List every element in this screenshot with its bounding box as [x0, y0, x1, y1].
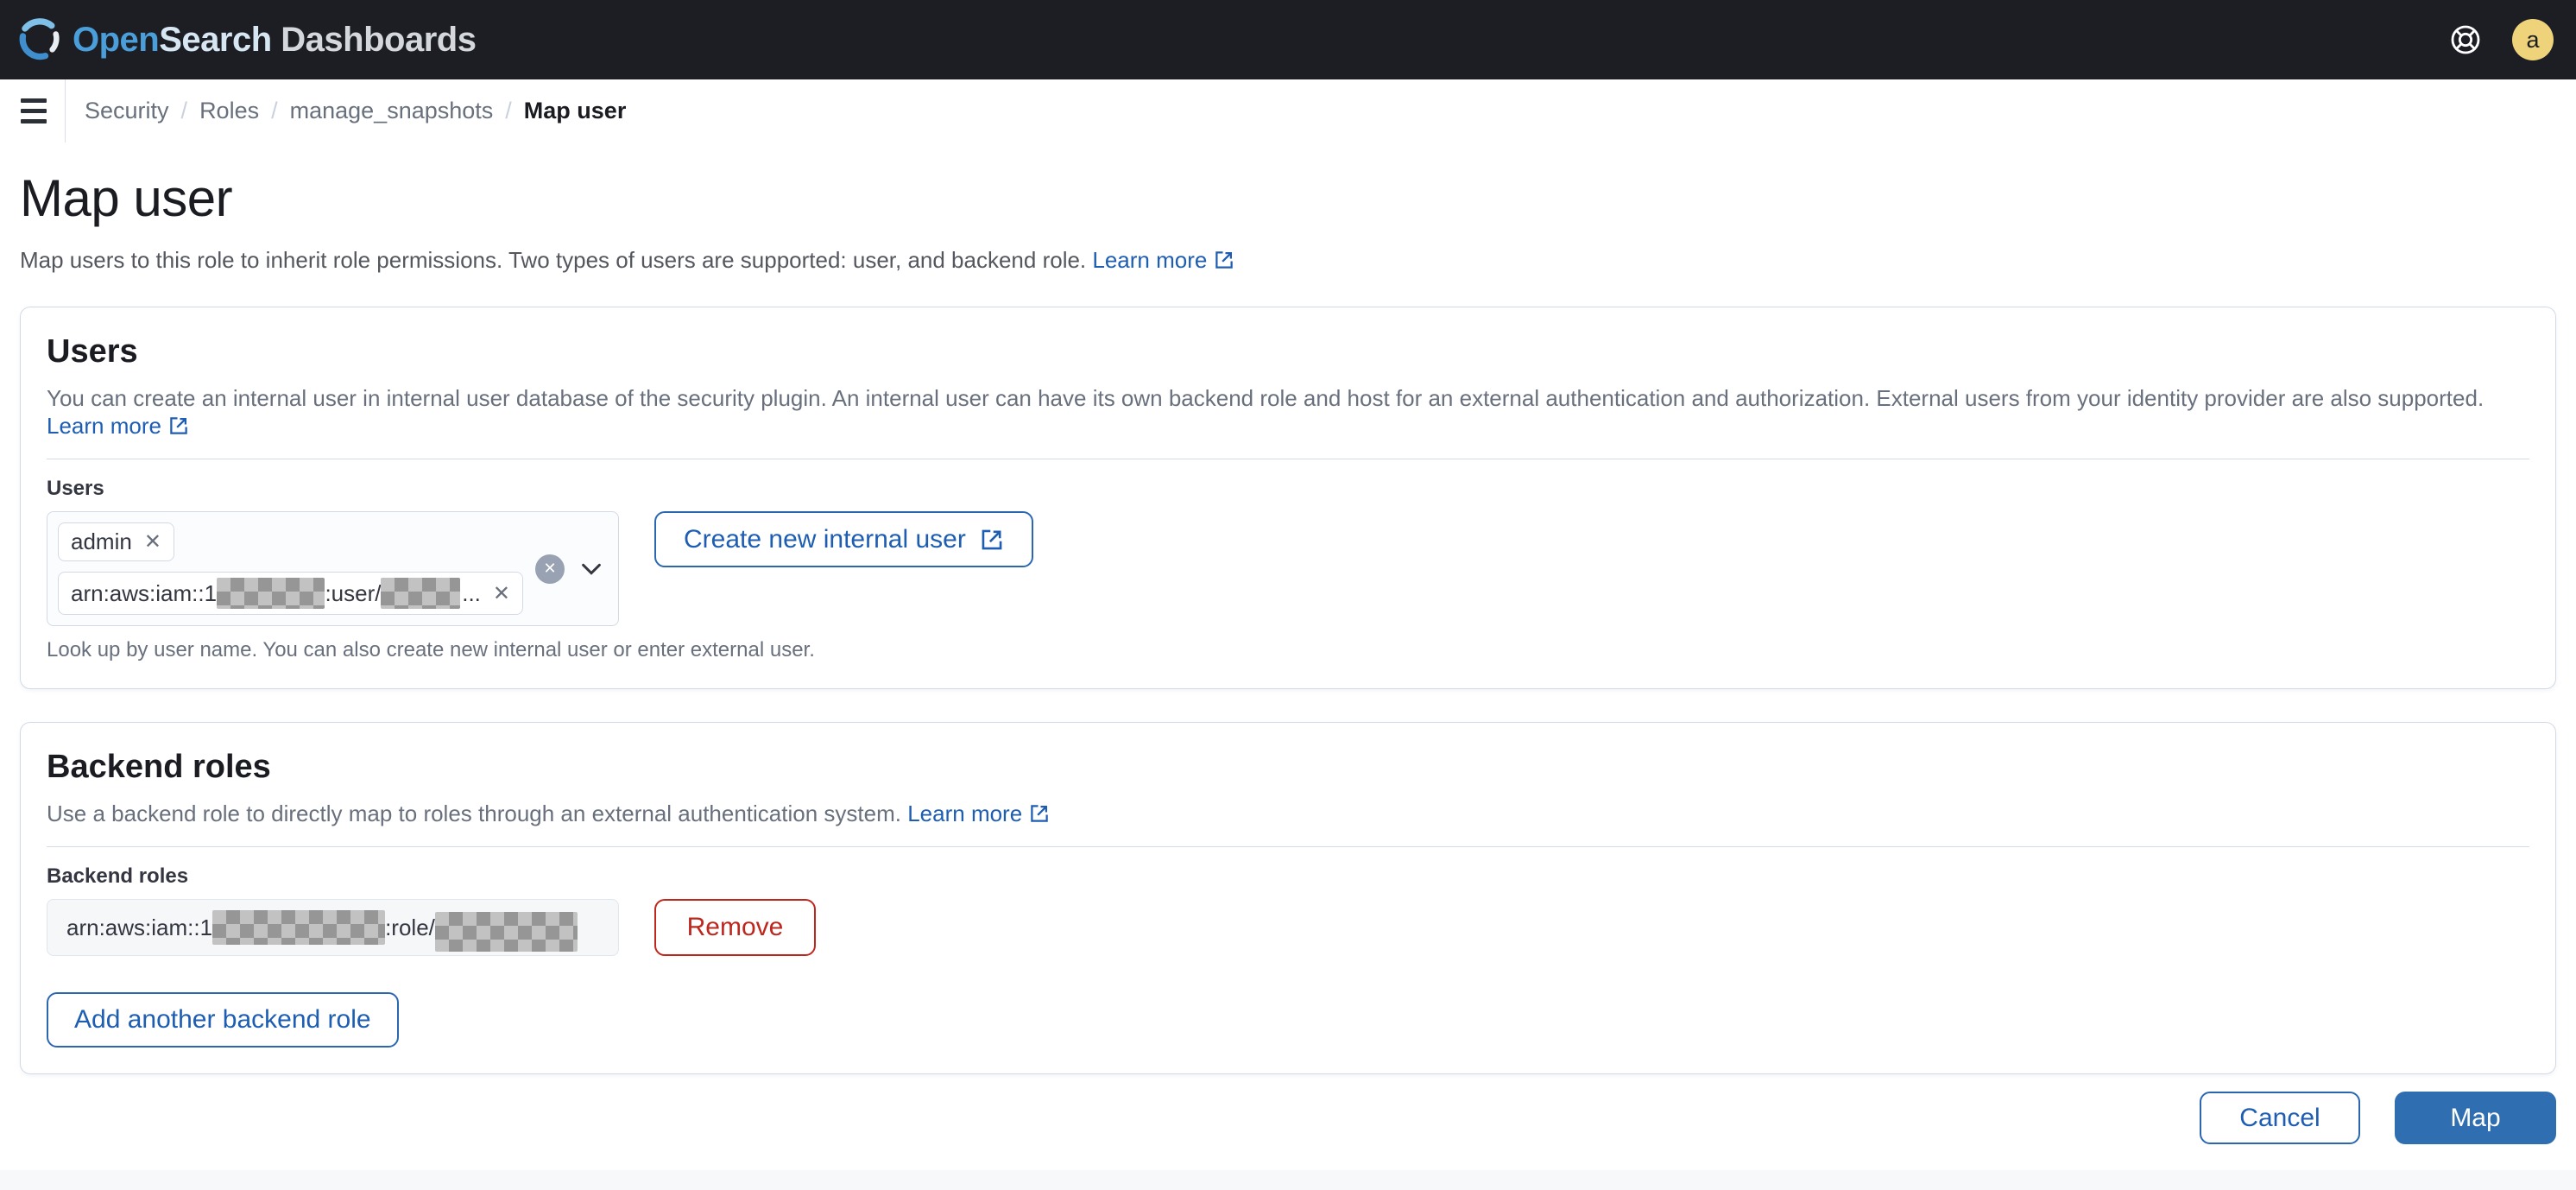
users-panel-description: You can create an internal user in inter…: [47, 384, 2529, 440]
user-token-label: admin: [71, 529, 132, 554]
map-button[interactable]: Map: [2395, 1092, 2556, 1144]
breadcrumb: Security / Roles / manage_snapshots / Ma…: [85, 98, 626, 124]
opensearch-logo-icon: [19, 18, 60, 60]
clear-selection-icon[interactable]: ✕: [535, 554, 565, 584]
create-internal-user-button[interactable]: Create new internal user: [654, 511, 1033, 567]
users-field-label: Users: [47, 477, 104, 500]
remove-button[interactable]: Remove: [654, 899, 816, 956]
redacted-block: [381, 578, 461, 609]
external-link-icon: [1031, 805, 1048, 822]
user-token-arn-prefix: arn:aws:iam::1: [71, 579, 218, 606]
external-link-icon: [1215, 251, 1234, 269]
breadcrumb-manage-snapshots[interactable]: manage_snapshots: [290, 98, 494, 124]
top-header-bar: OpenSearch Dashboards a: [0, 0, 2576, 79]
opensearch-logo[interactable]: OpenSearch Dashboards: [17, 17, 477, 62]
breadcrumb-security[interactable]: Security: [85, 98, 169, 124]
backend-role-arn-middle: :role/: [385, 914, 435, 940]
chevron-down-icon[interactable]: [578, 556, 604, 582]
help-icon[interactable]: [2448, 22, 2483, 57]
breadcrumb-separator: /: [271, 98, 278, 123]
breadcrumb-separator: /: [180, 98, 188, 123]
users-combobox[interactable]: admin ✕ arn:aws:iam::1 :user/... ✕ ✕: [47, 511, 619, 626]
backend-roles-description-text: Use a backend role to directly map to ro…: [47, 801, 901, 826]
backend-role-arn-prefix: arn:aws:iam::1: [66, 914, 213, 940]
user-token-arn-middle: :user/: [325, 579, 382, 606]
backend-role-input[interactable]: arn:aws:iam::1 :role/: [47, 899, 619, 956]
redacted-block: [217, 578, 325, 609]
avatar-initial: a: [2526, 26, 2540, 53]
cancel-button[interactable]: Cancel: [2200, 1092, 2360, 1144]
backend-roles-description: Use a backend role to directly map to ro…: [47, 800, 2529, 827]
users-help-text: Look up by user name. You can also creat…: [47, 638, 815, 661]
menu-icon[interactable]: [21, 98, 47, 123]
footer-actions: Cancel Map: [20, 1092, 2556, 1170]
token-remove-icon[interactable]: ✕: [493, 581, 510, 606]
breadcrumb-roles[interactable]: Roles: [199, 98, 259, 124]
users-panel: Users You can create an internal user in…: [20, 307, 2556, 689]
panel-divider: [47, 846, 2529, 847]
page-content: Map user Map users to this role to inher…: [0, 142, 2576, 1170]
page-title: Map user: [20, 169, 233, 227]
brand-wordmark: OpenSearch Dashboards: [73, 20, 477, 59]
users-learn-more-link[interactable]: Learn more: [47, 413, 189, 439]
users-panel-title: Users: [47, 333, 138, 370]
backend-roles-field-label: Backend roles: [47, 864, 189, 888]
backend-learn-more-link[interactable]: Learn more: [907, 801, 1050, 826]
user-tokens: admin ✕ arn:aws:iam::1 :user/... ✕: [58, 522, 523, 615]
redacted-block: [434, 912, 578, 952]
users-panel-description-text: You can create an internal user in inter…: [47, 385, 2484, 411]
app-root: OpenSearch Dashboards a Security / Roles…: [0, 0, 2576, 1170]
redacted-block: [212, 910, 386, 945]
external-link-icon: [982, 529, 1002, 549]
page-subtitle-text: Map users to this role to inherit role p…: [20, 247, 1087, 273]
user-token-arn-ellipsis: ...: [462, 579, 481, 606]
page-subtitle: Map users to this role to inherit role p…: [20, 247, 2556, 274]
backend-roles-panel: Backend roles Use a backend role to dire…: [20, 722, 2556, 1074]
nav-divider: [65, 79, 66, 142]
breadcrumb-separator: /: [505, 98, 512, 123]
add-backend-role-button[interactable]: Add another backend role: [47, 992, 399, 1048]
backend-roles-panel-title: Backend roles: [47, 749, 271, 785]
external-link-icon: [170, 417, 187, 434]
breadcrumb-map-user: Map user: [523, 98, 627, 123]
breadcrumb-bar: Security / Roles / manage_snapshots / Ma…: [0, 79, 2576, 142]
token-remove-icon[interactable]: ✕: [144, 529, 161, 554]
avatar[interactable]: a: [2512, 19, 2554, 60]
learn-more-link[interactable]: Learn more: [1092, 247, 1234, 273]
user-token-admin: admin ✕: [58, 522, 174, 561]
user-token-arn: arn:aws:iam::1 :user/... ✕: [58, 572, 523, 615]
